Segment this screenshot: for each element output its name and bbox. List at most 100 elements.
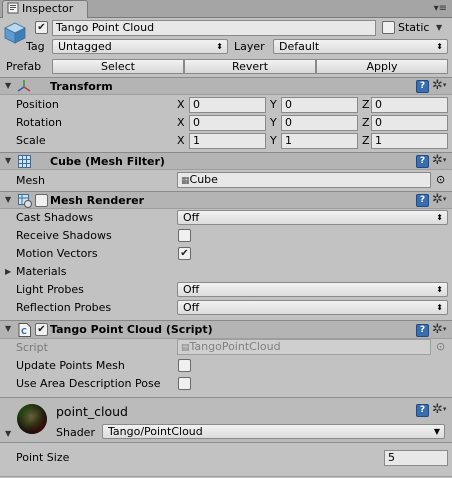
updown-arrow-icon: ⬍ [436,213,443,222]
script-enabled-checkbox[interactable]: ✔ [35,323,48,336]
rotation-z-field[interactable]: 0 [371,115,448,131]
csharp-script-icon: ▤ [181,343,190,353]
help-book-icon[interactable]: ? [416,404,429,417]
material-name: point_cloud [56,404,128,419]
motion-vectors-checkbox[interactable]: ✔ [178,247,191,260]
light-probes-label: Light Probes [16,283,84,296]
mesh-filter-title: Cube (Mesh Filter) [50,155,165,168]
gear-icon[interactable]: ✲▾ [432,193,446,206]
mesh-object-field[interactable]: ▦Cube [177,172,431,188]
mesh-filter-header[interactable]: ▼ Cube (Mesh Filter) ? ✲▾ [0,152,452,170]
help-book-icon[interactable]: ? [416,194,429,207]
axis-x-label: X [177,134,185,147]
motion-vectors-label: Motion Vectors [16,247,98,260]
updown-arrow-icon: ⬍ [436,303,443,312]
layer-dropdown[interactable]: Default ⬍ [273,39,448,54]
chevron-down-icon: ▼ [433,427,440,436]
tab-inspector[interactable]: Inspector [2,0,88,18]
point-size-field[interactable]: 5 [384,450,448,466]
tab-menu-icon[interactable]: ▾≡ [434,3,447,14]
foldout-arrow-icon[interactable]: ▼ [5,195,11,204]
transform-title: Transform [50,80,113,93]
inspector-icon [7,2,19,14]
material-sphere-icon [16,403,48,435]
object-name-field[interactable]: Tango Point Cloud [52,20,376,36]
axis-z-label: Z [362,116,370,129]
axis-y-label: Y [270,98,277,111]
position-x-field[interactable]: 0 [189,97,266,113]
use-area-checkbox[interactable] [178,377,191,390]
static-label: Static [398,21,430,34]
reflection-probes-dropdown[interactable]: Off ⬍ [177,300,448,315]
divider [0,442,452,443]
rotation-label: Rotation [16,116,63,129]
tab-title: Inspector [22,2,74,15]
prefab-label: Prefab [6,60,42,73]
cube-icon [3,21,27,45]
script-object-field: ▤TangoPointCloud [177,339,431,355]
script-component-header[interactable]: ▼ C ✔ Tango Point Cloud (Script) ? ✲▾ [0,320,452,339]
position-z-field[interactable]: 0 [371,97,448,113]
material-foldout-arrow-icon[interactable]: ▼ [5,429,11,438]
gear-icon[interactable]: ✲▾ [432,403,446,416]
point-size-label: Point Size [16,451,70,464]
prefab-apply-button[interactable]: Apply [316,59,448,74]
csharp-script-icon: C [18,323,31,340]
materials-foldout-arrow-icon[interactable]: ▶ [5,267,11,276]
rotation-x-field[interactable]: 0 [189,115,266,131]
receive-shadows-checkbox[interactable] [178,229,191,242]
light-probes-dropdown[interactable]: Off ⬍ [177,282,448,297]
updown-arrow-icon: ⬍ [436,42,443,51]
receive-shadows-label: Receive Shadows [16,229,112,242]
rotation-y-field[interactable]: 0 [281,115,358,131]
help-book-icon[interactable]: ? [416,80,429,93]
axis-x-label: X [177,116,185,129]
gear-icon[interactable]: ✲▾ [432,79,446,92]
axis-y-label: Y [270,116,277,129]
script-title: Tango Point Cloud (Script) [50,323,213,336]
active-checkbox[interactable]: ✔ [35,21,48,34]
shader-dropdown[interactable]: Tango/PointCloud ▼ [102,424,445,439]
static-dropdown-arrow-icon[interactable]: ▼ [436,23,442,32]
prefab-revert-button[interactable]: Revert [184,59,316,74]
gear-icon[interactable]: ✲▾ [432,323,446,336]
update-points-checkbox[interactable] [178,359,191,372]
mesh-label: Mesh [16,174,45,187]
tag-dropdown[interactable]: Untagged ⬍ [52,39,228,54]
foldout-arrow-icon[interactable]: ▼ [5,81,11,90]
shader-label: Shader [56,426,95,439]
scale-y-field[interactable]: 1 [281,133,358,149]
mesh-value: Cube [189,173,218,186]
updown-arrow-icon: ⬍ [436,285,443,294]
transform-header[interactable]: ▼ Transform ? ✲▾ [0,77,452,95]
position-y-field[interactable]: 0 [281,97,358,113]
script-label: Script [16,341,48,354]
mesh-renderer-enabled-checkbox[interactable] [35,194,48,207]
scale-z-field[interactable]: 1 [371,133,448,149]
mesh-renderer-header[interactable]: ▼ Mesh Renderer ? ✲▾ [0,191,452,209]
scale-x-field[interactable]: 1 [189,133,266,149]
cast-shadows-label: Cast Shadows [16,211,94,224]
static-checkbox[interactable] [382,21,395,34]
layer-label: Layer [234,40,265,53]
foldout-arrow-icon[interactable]: ▼ [5,324,11,333]
materials-label[interactable]: Materials [16,265,66,278]
gear-icon[interactable]: ✲▾ [432,154,446,167]
foldout-arrow-icon[interactable]: ▼ [5,156,11,165]
axis-x-label: X [177,98,185,111]
axis-z-label: Z [362,134,370,147]
prefab-select-button[interactable]: Select [52,59,184,74]
reflection-probes-label: Reflection Probes [16,301,112,314]
help-book-icon[interactable]: ? [416,324,429,337]
svg-text:C: C [21,327,27,336]
use-area-label: Use Area Description Pose [16,377,161,390]
reflection-probes-value: Off [183,301,200,314]
cast-shadows-value: Off [183,211,200,224]
cast-shadows-dropdown[interactable]: Off ⬍ [177,210,448,225]
help-book-icon[interactable]: ? [416,155,429,168]
mesh-renderer-title: Mesh Renderer [50,194,145,207]
transform-axes-icon [16,79,32,96]
inspector-window: Inspector ▾≡ ✔ Tango Point Cloud Static … [0,0,452,478]
script-value: TangoPointCloud [189,340,281,353]
object-picker-icon[interactable]: ⊙ [436,173,445,186]
